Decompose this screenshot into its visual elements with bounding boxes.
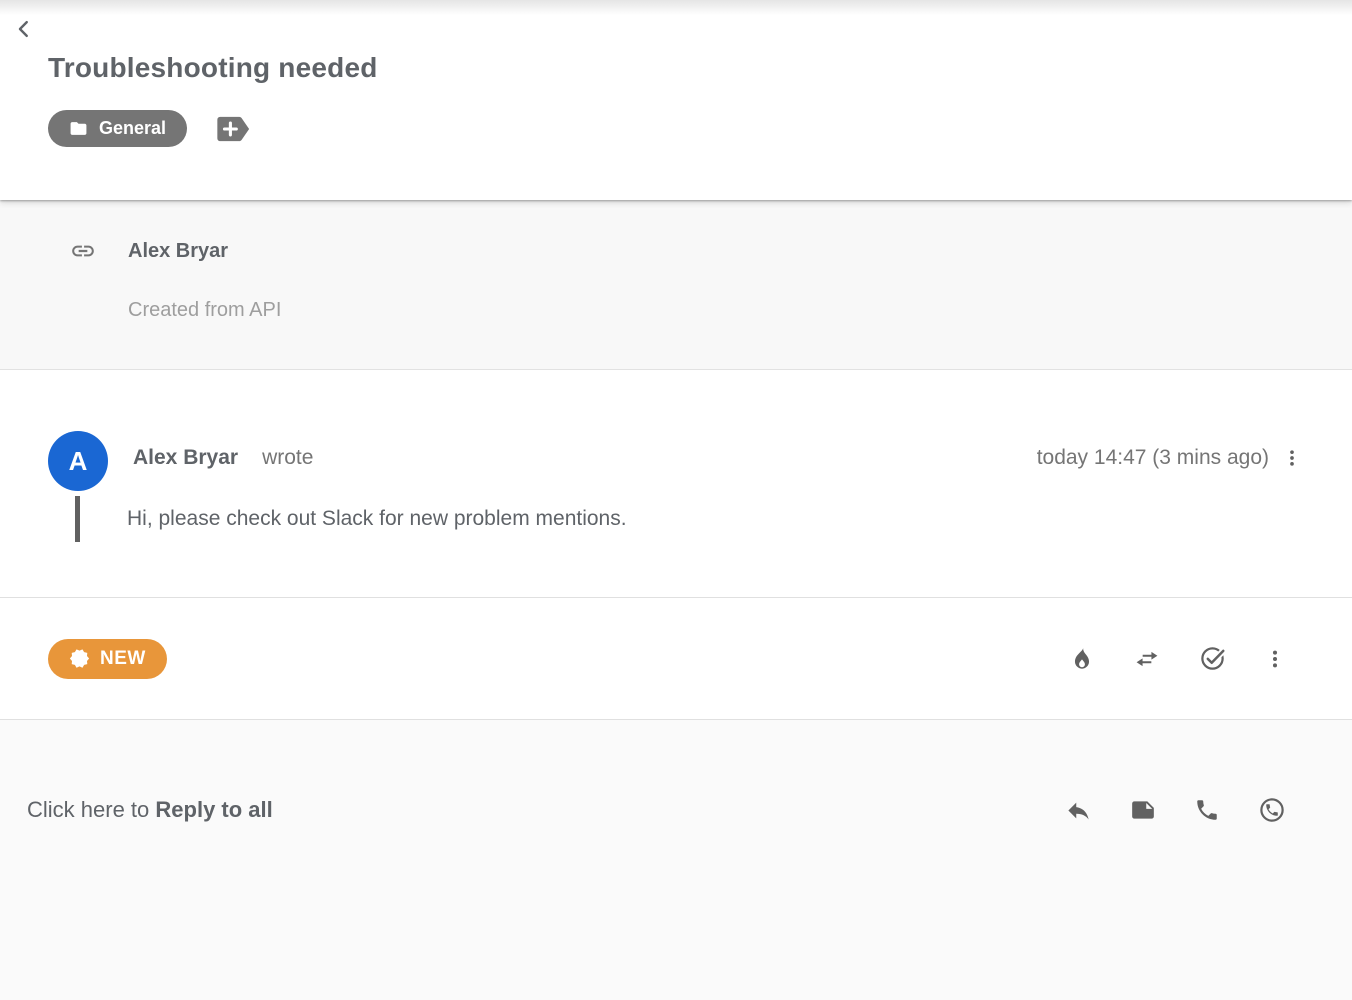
- contact-link-button[interactable]: [70, 238, 96, 264]
- ticket-origin: Created from API: [128, 297, 281, 323]
- status-badge[interactable]: NEW: [48, 639, 167, 679]
- tag-label: General: [99, 118, 166, 139]
- tag-plus-icon: [216, 115, 251, 143]
- contact-meta-section: Alex Bryar Created from API: [0, 200, 1352, 370]
- message-header: Alex Bryar wrote today 14:47 (3 mins ago…: [133, 446, 1302, 470]
- resolve-button[interactable]: [1199, 645, 1226, 672]
- reply-row: Click here to Reply to all: [0, 720, 1352, 900]
- tag-row: General: [48, 110, 251, 147]
- more-vert-icon: [1282, 448, 1302, 468]
- contact-name: Alex Bryar: [128, 238, 281, 264]
- message-body: Hi, please check out Slack for new probl…: [75, 496, 627, 542]
- swap-arrows-icon: [1133, 646, 1161, 672]
- folder-icon: [69, 119, 88, 138]
- add-tag-button[interactable]: [216, 115, 251, 143]
- tag-chip-general[interactable]: General: [48, 110, 187, 147]
- reply-icon: [1065, 797, 1092, 824]
- reply-action-label: Reply to all: [155, 797, 272, 822]
- page-title: Troubleshooting needed: [48, 52, 378, 84]
- phone-icon: [1194, 797, 1220, 823]
- note-icon: [1130, 797, 1156, 823]
- flame-icon: [1069, 646, 1095, 672]
- avatar: A: [48, 431, 108, 491]
- reply-prefix: Click here to: [27, 797, 155, 822]
- link-icon: [70, 238, 96, 264]
- ticket-header: Troubleshooting needed General: [0, 0, 1352, 200]
- reply-to-all-link[interactable]: Click here to Reply to all: [27, 797, 273, 823]
- message-card: A Alex Bryar wrote today 14:47 (3 mins a…: [0, 370, 1352, 598]
- status-actions: [1069, 645, 1286, 672]
- status-more-button[interactable]: [1264, 648, 1286, 670]
- chevron-left-icon: [13, 18, 37, 40]
- seal-badge-icon: [69, 648, 90, 669]
- whatsapp-call-icon: [1258, 796, 1286, 824]
- more-vert-icon: [1264, 648, 1286, 670]
- status-badge-label: NEW: [100, 648, 146, 670]
- message-timestamp: today 14:47 (3 mins ago): [1037, 446, 1269, 470]
- reply-section: Click here to Reply to all: [0, 720, 1352, 1000]
- transfer-button[interactable]: [1133, 646, 1161, 672]
- note-button[interactable]: [1130, 797, 1156, 823]
- priority-button[interactable]: [1069, 646, 1095, 672]
- reply-button[interactable]: [1065, 797, 1092, 824]
- check-circle-icon: [1199, 645, 1226, 672]
- phone-button[interactable]: [1194, 797, 1220, 823]
- reply-actions: [1065, 796, 1286, 824]
- message-more-button[interactable]: [1282, 448, 1302, 468]
- status-row: NEW: [0, 598, 1352, 720]
- message-action: wrote: [262, 446, 313, 470]
- back-button[interactable]: [13, 17, 37, 41]
- whatsapp-icon[interactable]: [1258, 796, 1286, 824]
- contact-meta-text: Alex Bryar Created from API: [128, 238, 281, 369]
- message-author: Alex Bryar: [133, 446, 238, 470]
